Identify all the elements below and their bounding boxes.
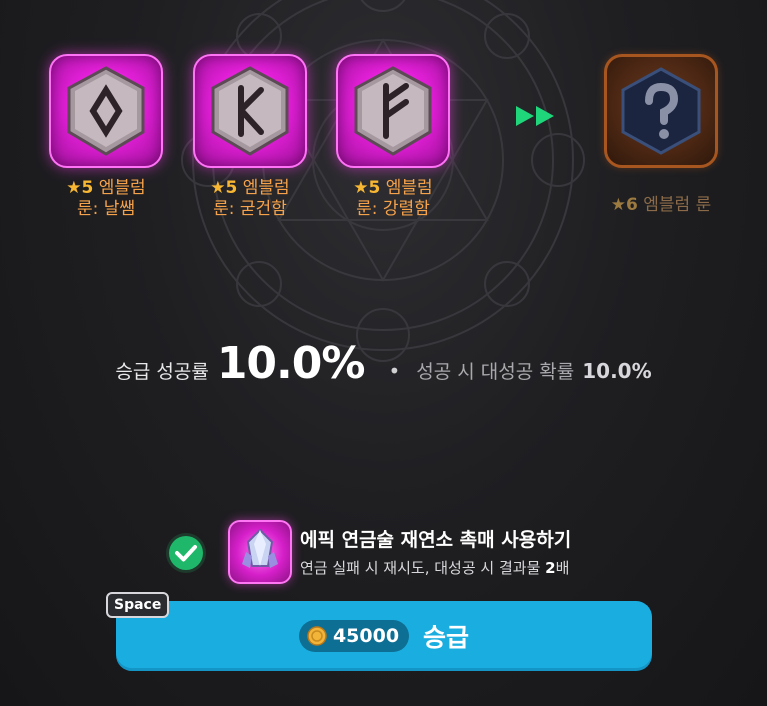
question-mark-icon	[621, 67, 701, 155]
star-icon: ★	[66, 178, 82, 198]
checkbox-checked-icon[interactable]	[165, 532, 207, 574]
separator-dot: •	[388, 359, 401, 383]
success-rate-label: 승급 성공률	[115, 361, 209, 383]
material-slot-3[interactable]	[336, 54, 450, 168]
material-name-1: ★5 엠블럼 룬: 날쌤	[66, 178, 146, 219]
great-success-value: 10.0%	[582, 359, 652, 383]
great-success-label: 성공 시 대성공 확률	[416, 361, 575, 383]
kaunan-rune-icon	[211, 66, 289, 156]
star-icon: ★	[610, 195, 627, 215]
star-icon: ★	[353, 178, 369, 198]
space-hotkey-badge: Space	[106, 592, 170, 618]
diamond-rune-icon	[67, 66, 145, 156]
star-icon: ★	[210, 178, 226, 198]
material-slot-1[interactable]	[49, 54, 163, 168]
catalyst-item-icon	[228, 520, 292, 584]
success-rate-value: 10.0%	[216, 338, 366, 389]
material-name-2: ★5 엠블럼 룬: 굳건함	[210, 178, 290, 219]
catalyst-title: 에픽 연금술 재연소 촉매 사용하기	[300, 529, 572, 551]
rune-frame	[49, 54, 163, 168]
rune-frame	[336, 54, 450, 168]
result-frame	[604, 54, 718, 168]
gold-coin-icon	[307, 626, 327, 646]
result-name: ★6 엠블럼 룬	[610, 195, 712, 215]
material-slot-2[interactable]	[193, 54, 307, 168]
material-name-3: ★5 엠블럼 룬: 강렬함	[353, 178, 433, 219]
success-rate-row: 승급 성공률 10.0% • 성공 시 대성공 확률 10.0%	[0, 338, 767, 394]
upgrade-button[interactable]: 45000 승급	[116, 601, 652, 671]
catalyst-description: 연금 실패 시 재시도, 대성공 시 결과물 2배	[300, 559, 570, 577]
double-arrow-right-icon	[516, 106, 554, 126]
cost-value: 45000	[332, 625, 400, 647]
upgrade-label: 승급	[423, 623, 470, 652]
crystal-icon	[242, 528, 278, 568]
cost-pill: 45000	[298, 620, 410, 652]
fehu-rune-icon	[354, 66, 432, 156]
result-slot[interactable]	[604, 54, 718, 168]
rune-frame	[193, 54, 307, 168]
